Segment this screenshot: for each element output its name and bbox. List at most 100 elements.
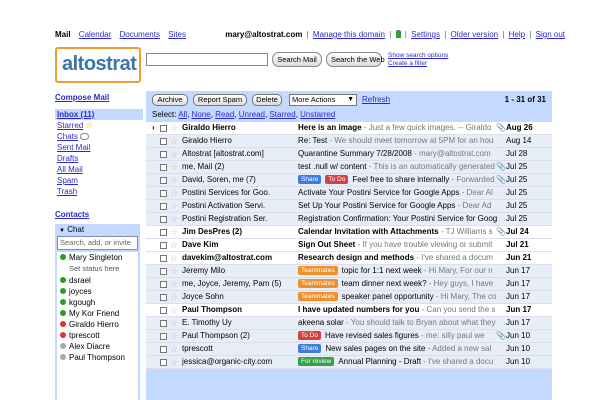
message-row[interactable]: ☆ Giraldo Hierro Re: Test - We should meet…: [146, 135, 552, 148]
search-input[interactable]: [146, 53, 268, 66]
message-row[interactable]: ☆ Dave Kim Sign Out Sheet - If you have tr…: [146, 239, 552, 252]
message-row[interactable]: ☆ Postini Services for Goo. Activate Your …: [146, 187, 552, 200]
sidebar-item-drafts[interactable]: Drafts: [55, 153, 143, 164]
message-row[interactable]: ☆ Altostrat [altostrat.com] Quarantine Sum…: [146, 148, 552, 161]
star-toggle-icon[interactable]: ☆: [170, 330, 178, 342]
star-toggle-icon[interactable]: ☆: [170, 252, 178, 264]
show-search-options-link[interactable]: Show search options: [388, 52, 448, 60]
manage-domain-link[interactable]: Manage this domain: [313, 30, 385, 39]
chat-contact[interactable]: tprescott: [57, 330, 138, 341]
message-label[interactable]: Teammates: [298, 292, 338, 301]
message-label[interactable]: Teammates: [298, 279, 338, 288]
message-row[interactable]: ☆ Jim DesPres (2) Calendar Invitation with…: [146, 226, 552, 239]
set-status-field[interactable]: Set status here: [57, 263, 138, 275]
contacts-link[interactable]: Contacts: [55, 209, 89, 220]
row-checkbox[interactable]: [160, 125, 167, 132]
chat-contact[interactable]: joyces: [57, 286, 138, 297]
message-row[interactable]: › ☆ Giraldo Hierro Here is an image - Just …: [146, 122, 552, 135]
select-none-link[interactable]: None: [192, 110, 211, 119]
row-checkbox[interactable]: [160, 242, 167, 249]
select-starred-link[interactable]: Starred: [269, 110, 295, 119]
nav-sites[interactable]: Sites: [168, 30, 186, 39]
chat-contact[interactable]: dsrael: [57, 275, 138, 286]
collapse-triangle-icon[interactable]: ▼: [59, 228, 65, 234]
message-row[interactable]: ☆ Paul Thompson I have updated numbers for…: [146, 304, 552, 317]
help-link[interactable]: Help: [509, 30, 525, 39]
chat-contact[interactable]: Giraldo Hierro: [57, 319, 138, 330]
select-unstarred-link[interactable]: Unstarred: [300, 110, 335, 119]
star-toggle-icon[interactable]: ☆: [170, 226, 178, 238]
message-row[interactable]: ☆ Postini Registration Ser. Registration C…: [146, 213, 552, 226]
message-label[interactable]: To Do: [298, 331, 321, 340]
chat-contact[interactable]: Paul Thompson: [57, 352, 138, 363]
message-row[interactable]: ☆ David, Soren, me (7) Share To Do Feel free…: [146, 174, 552, 187]
message-row[interactable]: ☆ Paul Thompson (2) To Do Have revised sale…: [146, 330, 552, 343]
star-toggle-icon[interactable]: ☆: [170, 200, 178, 212]
sidebar-item-inbox[interactable]: Inbox (11): [55, 109, 143, 120]
chat-self[interactable]: Mary Singleton: [57, 252, 138, 263]
row-checkbox[interactable]: [160, 268, 167, 275]
report-spam-button[interactable]: Report Spam: [193, 94, 247, 106]
star-toggle-icon[interactable]: ☆: [170, 304, 178, 316]
star-toggle-icon[interactable]: ☆: [170, 239, 178, 251]
sidebar-item-chats[interactable]: Chats: [55, 131, 143, 142]
sidebar-item-trash[interactable]: Trash: [55, 186, 143, 197]
star-toggle-icon[interactable]: ☆: [170, 356, 178, 368]
more-actions-select[interactable]: More Actions ▼: [289, 94, 357, 106]
archive-button[interactable]: Archive: [152, 94, 188, 106]
chat-contact[interactable]: Alex Diacre: [57, 341, 138, 352]
search-web-button[interactable]: Search the Web: [326, 52, 385, 67]
star-toggle-icon[interactable]: ☆: [170, 213, 178, 225]
altostrat-logo[interactable]: altostrat: [55, 47, 141, 83]
message-row[interactable]: ☆ me, Joyce, Jeremy, Pam (5) Teammates team…: [146, 278, 552, 291]
message-label[interactable]: Share: [298, 175, 322, 184]
nav-mail[interactable]: Mail: [55, 30, 71, 39]
settings-link[interactable]: Settings: [411, 30, 440, 39]
row-checkbox[interactable]: [160, 346, 167, 353]
message-row[interactable]: ☆ Postini Activation Servi. Set Up Your Po…: [146, 200, 552, 213]
row-checkbox[interactable]: [160, 177, 167, 184]
message-row[interactable]: ☆ tprescott Share New sales pages on the si…: [146, 343, 552, 356]
chat-search-input[interactable]: Search, add, or invite: [57, 236, 138, 250]
select-all-link[interactable]: All: [178, 110, 187, 119]
star-toggle-icon[interactable]: ☆: [170, 187, 178, 199]
sidebar-item-sent-mail[interactable]: Sent Mail: [55, 142, 143, 153]
sign-out-link[interactable]: Sign out: [536, 30, 565, 39]
row-checkbox[interactable]: [160, 216, 167, 223]
select-read-link[interactable]: Read: [215, 110, 234, 119]
row-checkbox[interactable]: [160, 307, 167, 314]
message-row[interactable]: ☆ Joyce Sohn Teammates speaker panel opport…: [146, 291, 552, 304]
star-toggle-icon[interactable]: ☆: [170, 161, 178, 173]
star-toggle-icon[interactable]: ☆: [170, 278, 178, 290]
sidebar-item-starred-label[interactable]: Starred: [57, 121, 83, 130]
row-checkbox[interactable]: [160, 151, 167, 158]
chat-contact[interactable]: kgough: [57, 297, 138, 308]
chat-contact[interactable]: My Kor Friend: [57, 308, 138, 319]
message-row[interactable]: ☆ Jeremy Milo Teammates topic for 1:1 next …: [146, 265, 552, 278]
row-checkbox[interactable]: [160, 359, 167, 366]
message-label[interactable]: To Do: [325, 175, 349, 184]
message-row[interactable]: ☆ davekim@altostrat.com Research design an…: [146, 252, 552, 265]
sidebar-item-starred[interactable]: Starred ☆: [55, 120, 143, 131]
nav-documents[interactable]: Documents: [120, 30, 160, 39]
search-mail-button[interactable]: Search Mail: [272, 52, 322, 67]
row-checkbox[interactable]: [160, 281, 167, 288]
row-checkbox[interactable]: [160, 138, 167, 145]
nav-calendar[interactable]: Calendar: [79, 30, 111, 39]
row-checkbox[interactable]: [160, 229, 167, 236]
star-toggle-icon[interactable]: ☆: [170, 265, 178, 277]
refresh-link[interactable]: Refresh: [362, 95, 390, 104]
sidebar-item-all-mail[interactable]: All Mail: [55, 164, 143, 175]
star-toggle-icon[interactable]: ☆: [170, 317, 178, 329]
row-checkbox[interactable]: [160, 203, 167, 210]
sidebar-item-chats-label[interactable]: Chats: [57, 132, 78, 141]
row-checkbox[interactable]: [160, 164, 167, 171]
select-unread-link[interactable]: Unread: [239, 110, 265, 119]
message-row[interactable]: ☆ jessica@organic-city.com For review Annua…: [146, 356, 552, 369]
delete-button[interactable]: Delete: [252, 94, 282, 106]
star-toggle-icon[interactable]: ☆: [170, 291, 178, 303]
message-row[interactable]: ☆ E. Timothy Uy akeena solar - You should …: [146, 317, 552, 330]
row-checkbox[interactable]: [160, 320, 167, 327]
sidebar-item-spam[interactable]: Spam: [55, 175, 143, 186]
message-row[interactable]: ☆ me, Mail (2) test .null w/ content - Thi…: [146, 161, 552, 174]
